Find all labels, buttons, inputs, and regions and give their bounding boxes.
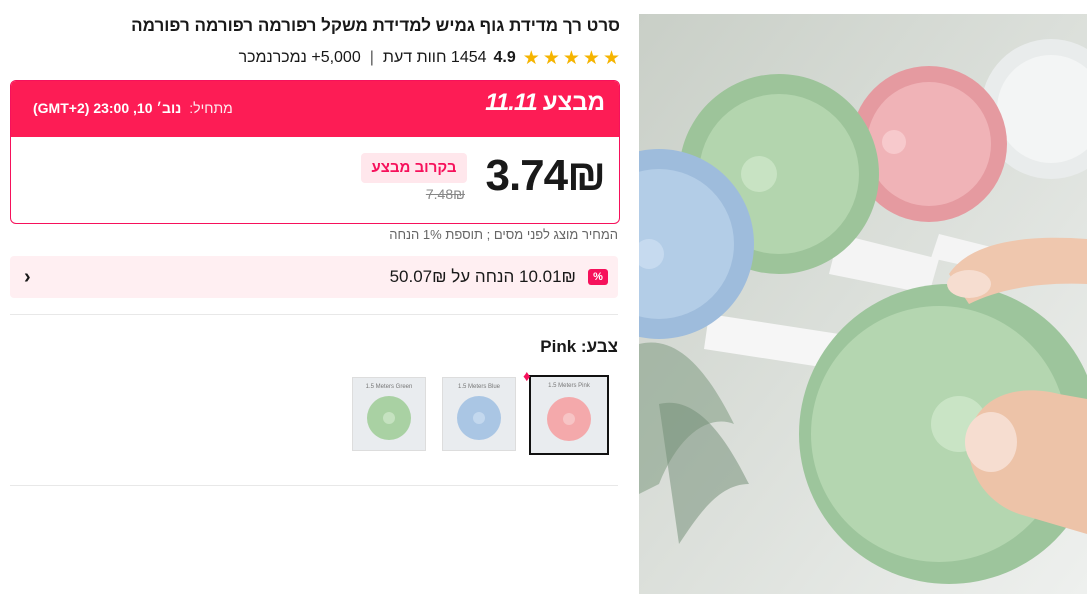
current-price: 3.74₪ — [485, 151, 606, 200]
coupon-bar[interactable]: % 10.01₪ הנחה על 50.07₪ › — [10, 256, 618, 298]
tax-note: המחיר מוצג לפני מסים ; תוספת 1% הנחה — [389, 227, 618, 242]
star-icon: ★ — [582, 47, 600, 69]
coming-soon-badge: בקרוב מבצע — [361, 153, 467, 183]
swatch-caption: 1.5 Meters Pink — [548, 383, 590, 389]
chevron-left-icon[interactable]: › — [24, 256, 31, 298]
color-swatch-green[interactable]: 1.5 Meters Green — [352, 377, 426, 451]
color-swatch-pink[interactable]: 1.5 Meters Pink — [529, 375, 609, 455]
original-price: 7.48₪ — [425, 186, 465, 202]
coupon-text: 10.01₪ הנחה על 50.07₪ — [389, 267, 576, 286]
product-title: סרט רך מדידת גוף גמיש למדידת משקל רפורמה… — [131, 16, 620, 35]
swatch-caption: 1.5 Meters Green — [365, 384, 413, 390]
divider-pipe: | — [369, 49, 374, 66]
rating-score: 4.9 — [493, 49, 516, 66]
star-icon: ★ — [602, 47, 620, 69]
product-photo-illustration — [639, 14, 1087, 594]
color-label: צבע: Pink — [540, 337, 618, 356]
review-count-link[interactable]: 1454 חוות דעת — [383, 49, 487, 67]
deal-brand-word: מבצע — [542, 89, 605, 116]
section-divider — [10, 485, 618, 486]
deal-brand-event: 11.11 — [485, 89, 537, 116]
color-swatch-blue[interactable]: 1.5 Meters Blue — [442, 377, 516, 451]
deal-header: מבצע 11.11 מתחיל: נוב׳ 10, 23:00 (GMT+2) — [11, 81, 619, 137]
deal-start: מתחיל: נוב׳ 10, 23:00 (GMT+2) — [33, 100, 233, 116]
deal-start-label: מתחיל: — [189, 100, 233, 116]
tape-measure-button — [383, 412, 395, 424]
star-icon: ★ — [562, 47, 580, 69]
star-icon: ★ — [542, 47, 560, 69]
rating-stars: ★ ★ ★ ★ ★ — [523, 49, 620, 68]
deal-brand: מבצע 11.11 — [485, 89, 605, 117]
swatch-caption: 1.5 Meters Blue — [457, 384, 501, 390]
product-main-image[interactable] — [639, 14, 1087, 594]
tape-measure-button — [563, 413, 575, 425]
deal-card: מבצע 11.11 מתחיל: נוב׳ 10, 23:00 (GMT+2)… — [10, 80, 620, 224]
tape-measure-button — [473, 412, 485, 424]
rating-row[interactable]: ★ ★ ★ ★ ★ 4.9 1454 חוות דעת | 5,000+ נמכ… — [10, 44, 620, 72]
section-divider — [10, 314, 618, 315]
discount-badge-icon: % — [588, 269, 608, 285]
sold-count: 5,000+ נמכרנמכר — [238, 49, 361, 66]
flame-icon: ♦ — [523, 368, 531, 385]
deal-start-time: נוב׳ 10, 23:00 (GMT+2) — [33, 100, 182, 116]
star-icon: ★ — [522, 47, 540, 69]
